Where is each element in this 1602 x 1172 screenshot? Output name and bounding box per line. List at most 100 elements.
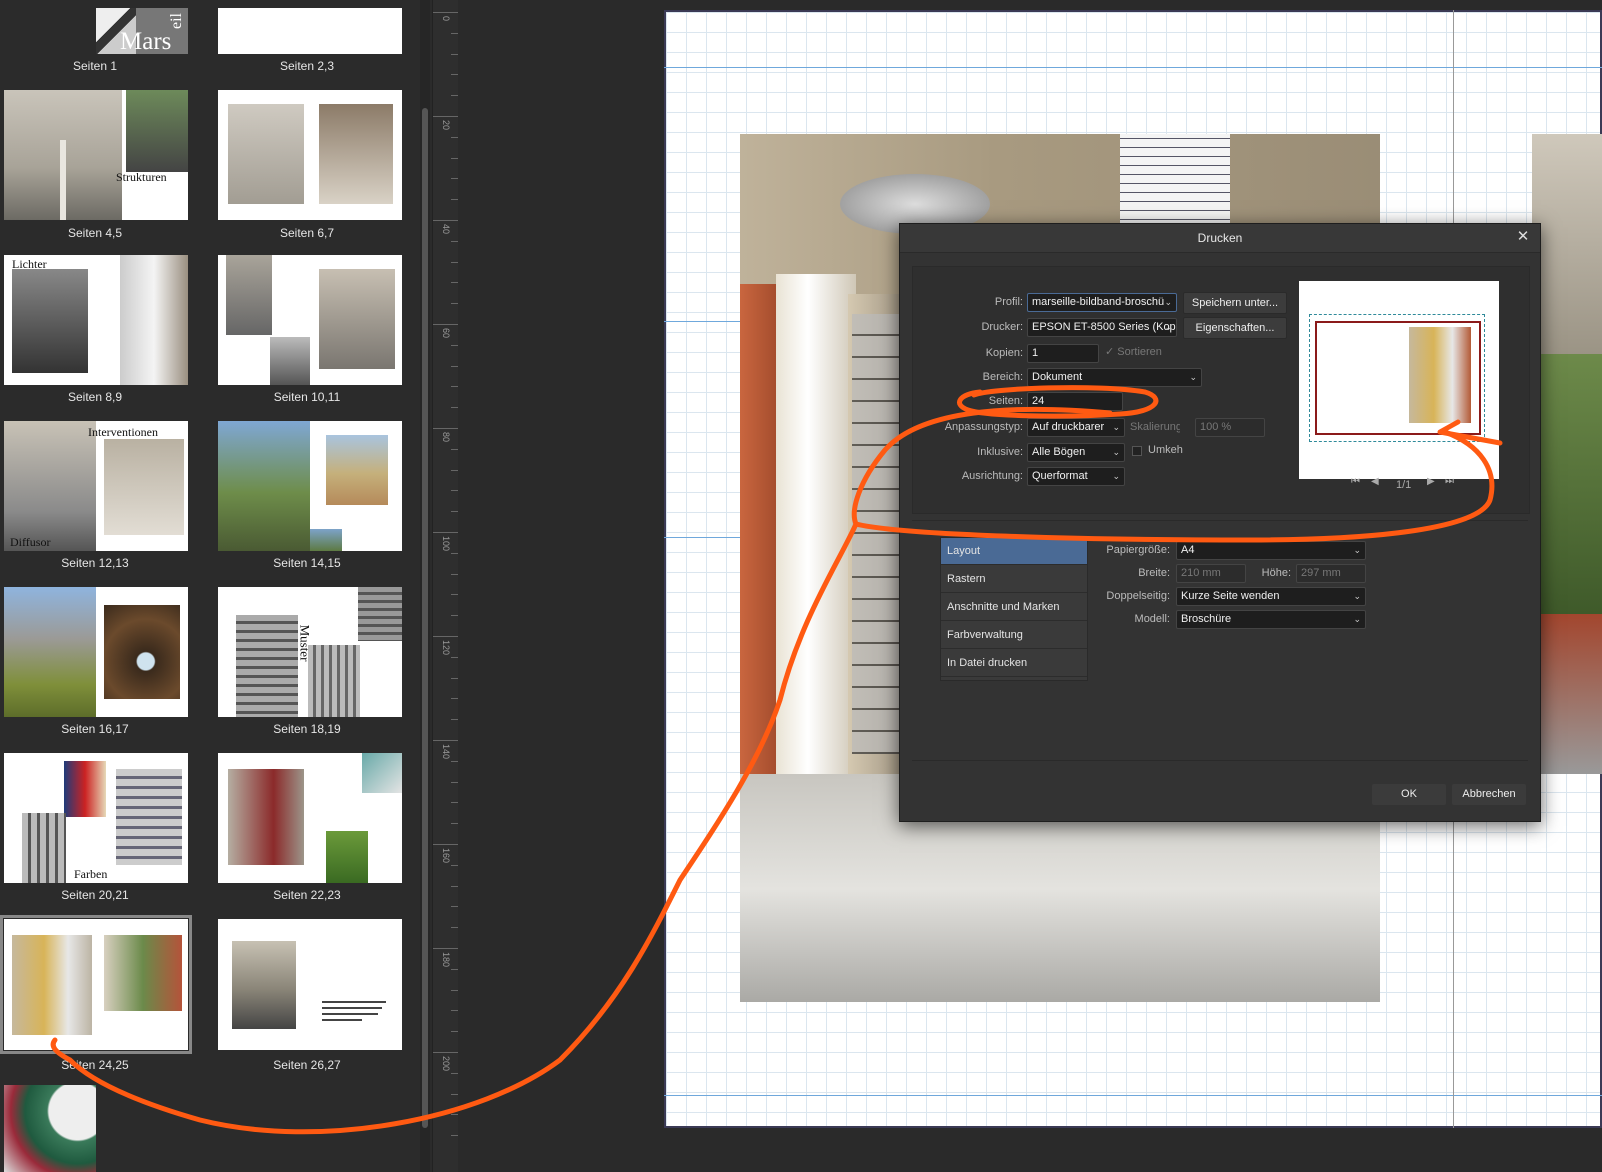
ruler-tick: [433, 532, 459, 533]
profil-value: marseille-bildband-broschü: [1032, 296, 1165, 308]
ruler-label: 100: [441, 536, 451, 552]
properties-button[interactable]: Eigenschaften...: [1183, 317, 1287, 339]
ruler-label: 80: [441, 432, 451, 443]
seiten-input[interactable]: 24: [1027, 392, 1123, 411]
ruler-label: 180: [441, 952, 451, 968]
ruler-tick: [433, 428, 459, 429]
doppelseitig-select[interactable]: Kurze Seite wenden ⌄: [1176, 587, 1366, 606]
thumb-text-lichter: Lichter: [12, 257, 47, 271]
pages-panel-scrollbar-thumb[interactable]: [422, 108, 428, 1128]
category-farbverwaltung[interactable]: Farbverwaltung: [941, 622, 1087, 649]
page-thumbnail-14-15[interactable]: [218, 421, 402, 551]
ruler-label: 0: [441, 16, 451, 22]
preview-first-page-icon[interactable]: ⏮: [1351, 476, 1360, 487]
skalierung-input[interactable]: 100 %: [1195, 418, 1265, 437]
print-category-list: Layout Rastern Anschnitte und Marken Far…: [940, 537, 1088, 681]
right-photo-building[interactable]: [1532, 134, 1602, 774]
page-thumbnail-label: Seiten 26,27: [273, 1058, 341, 1072]
modell-select[interactable]: Broschüre ⌄: [1176, 610, 1366, 629]
chevron-down-icon: ⌄: [1164, 322, 1172, 332]
breite-input[interactable]: 210 mm: [1176, 564, 1246, 583]
sortieren-label: Sortieren: [1117, 346, 1162, 358]
ruler-tick: [433, 844, 459, 845]
bereich-select[interactable]: Dokument ⌄: [1027, 368, 1202, 387]
preview-next-page-icon[interactable]: ▶: [1427, 476, 1435, 487]
page-thumbnail-label: Seiten 10,11: [273, 390, 341, 404]
chevron-down-icon: ⌄: [1112, 447, 1120, 457]
save-as-button[interactable]: Speichern unter...: [1183, 292, 1287, 314]
check-icon: ✓: [1105, 346, 1118, 358]
hoehe-label: Höhe:: [1261, 567, 1291, 579]
guide-horizontal: [664, 1095, 1602, 1096]
ruler-tick: [433, 740, 459, 741]
anpassungstyp-label: Anpassungstyp:: [944, 421, 1023, 433]
category-in-datei[interactable]: In Datei drucken: [941, 650, 1087, 677]
preview-last-page-icon[interactable]: ⏭: [1445, 476, 1454, 487]
page-thumbnail-label: Seiten 12,13: [61, 556, 129, 570]
inklusive-label: Inklusive:: [977, 446, 1023, 458]
seiten-label: Seiten:: [988, 395, 1023, 407]
page-thumbnail-label: Seiten 8,9: [67, 390, 123, 404]
page-thumbnail-1[interactable]: Mars eil: [96, 8, 188, 54]
guide-horizontal: [664, 67, 1602, 68]
page-thumbnail-24-25[interactable]: [4, 919, 188, 1050]
profil-label: Profil:: [994, 296, 1023, 308]
thumb-text-mars: Mars: [120, 28, 172, 54]
chevron-down-icon: ⌄: [1353, 545, 1361, 555]
page-thumbnail-4-5[interactable]: Strukturen: [4, 90, 188, 220]
thumb-text-diffusor: Diffusor: [10, 535, 51, 549]
ausrichtung-select[interactable]: Querformat ⌄: [1027, 467, 1125, 486]
vertical-ruler: 0 20 40 60 80 100 120 140 160 180 200: [432, 0, 460, 1172]
ok-button[interactable]: OK: [1372, 784, 1446, 805]
page-thumbnail-label: Seiten 2,3: [279, 59, 335, 73]
doppelseitig-label: Doppelseitig:: [1106, 590, 1170, 602]
page-thumbnail-28[interactable]: [4, 1085, 96, 1172]
page-thumbnail-label: Seiten 16,17: [61, 722, 129, 736]
modell-value: Broschüre: [1181, 613, 1232, 625]
anpassungstyp-select[interactable]: Auf druckbarer ⌄: [1027, 418, 1125, 437]
page-thumbnail-20-21[interactable]: Farben: [4, 753, 188, 883]
bereich-value: Dokument: [1032, 371, 1083, 383]
page-thumbnail-label: Seiten 18,19: [273, 722, 341, 736]
ruler-label: 120: [441, 640, 451, 656]
bereich-label: Bereich:: [982, 371, 1023, 383]
page-thumbnail-label: Seiten 24,25: [61, 1058, 129, 1072]
ruler-label: 20: [441, 120, 451, 131]
profil-select[interactable]: marseille-bildband-broschü ⌄: [1027, 293, 1177, 312]
page-thumbnail-26-27[interactable]: [218, 919, 402, 1050]
hoehe-input[interactable]: 297 mm: [1296, 564, 1366, 583]
page-thumbnail-2-3[interactable]: [218, 8, 402, 54]
close-icon[interactable]: ✕: [1514, 228, 1532, 246]
page-thumbnail-22-23[interactable]: [218, 753, 402, 883]
thumb-text-muster: Muster: [297, 624, 313, 662]
papiergroesse-select[interactable]: A4 ⌄: [1176, 541, 1366, 560]
page-thumbnail-12-13[interactable]: Interventionen Diffusor: [4, 421, 188, 551]
inklusive-select[interactable]: Alle Bögen ⌄: [1027, 443, 1125, 462]
cancel-button[interactable]: Abbrechen: [1452, 784, 1526, 805]
ruler-label: 40: [441, 224, 451, 235]
chevron-down-icon: ⌄: [1353, 591, 1361, 601]
thumb-text-interventionen: Interventionen: [88, 425, 158, 439]
pages-panel: Mars eil Seiten 1 Seiten 2,3 Strukturen …: [0, 0, 408, 1172]
page-thumbnail-6-7[interactable]: [218, 90, 402, 220]
doppelseitig-value: Kurze Seite wenden: [1181, 590, 1280, 602]
drucker-select[interactable]: EPSON ET-8500 Series (Kop ⌄: [1027, 318, 1177, 337]
dialog-title: Drucken: [900, 224, 1540, 253]
dialog-separator: [912, 520, 1528, 521]
page-thumbnail-16-17[interactable]: [4, 587, 188, 717]
sortieren-checkbox[interactable]: ✓ Sortieren: [1105, 345, 1183, 359]
umkehren-checkbox[interactable]: [1132, 446, 1142, 456]
page-thumbnail-10-11[interactable]: [218, 255, 402, 385]
ruler-tick: [433, 220, 459, 221]
preview-page-indicator: 1/1: [1396, 479, 1412, 491]
ruler-label: 60: [441, 328, 451, 339]
preview-prev-page-icon[interactable]: ◀: [1371, 476, 1379, 487]
ruler-tick: [433, 636, 459, 637]
inklusive-value: Alle Bögen: [1032, 446, 1086, 458]
page-thumbnail-18-19[interactable]: Muster: [218, 587, 402, 717]
kopien-input[interactable]: 1: [1027, 344, 1099, 363]
ruler-tick: [433, 12, 459, 13]
umkehren-label: Umkeh: [1148, 444, 1183, 456]
drucker-value: EPSON ET-8500 Series (Kop: [1032, 321, 1176, 333]
page-thumbnail-8-9[interactable]: Lichter: [4, 255, 188, 385]
